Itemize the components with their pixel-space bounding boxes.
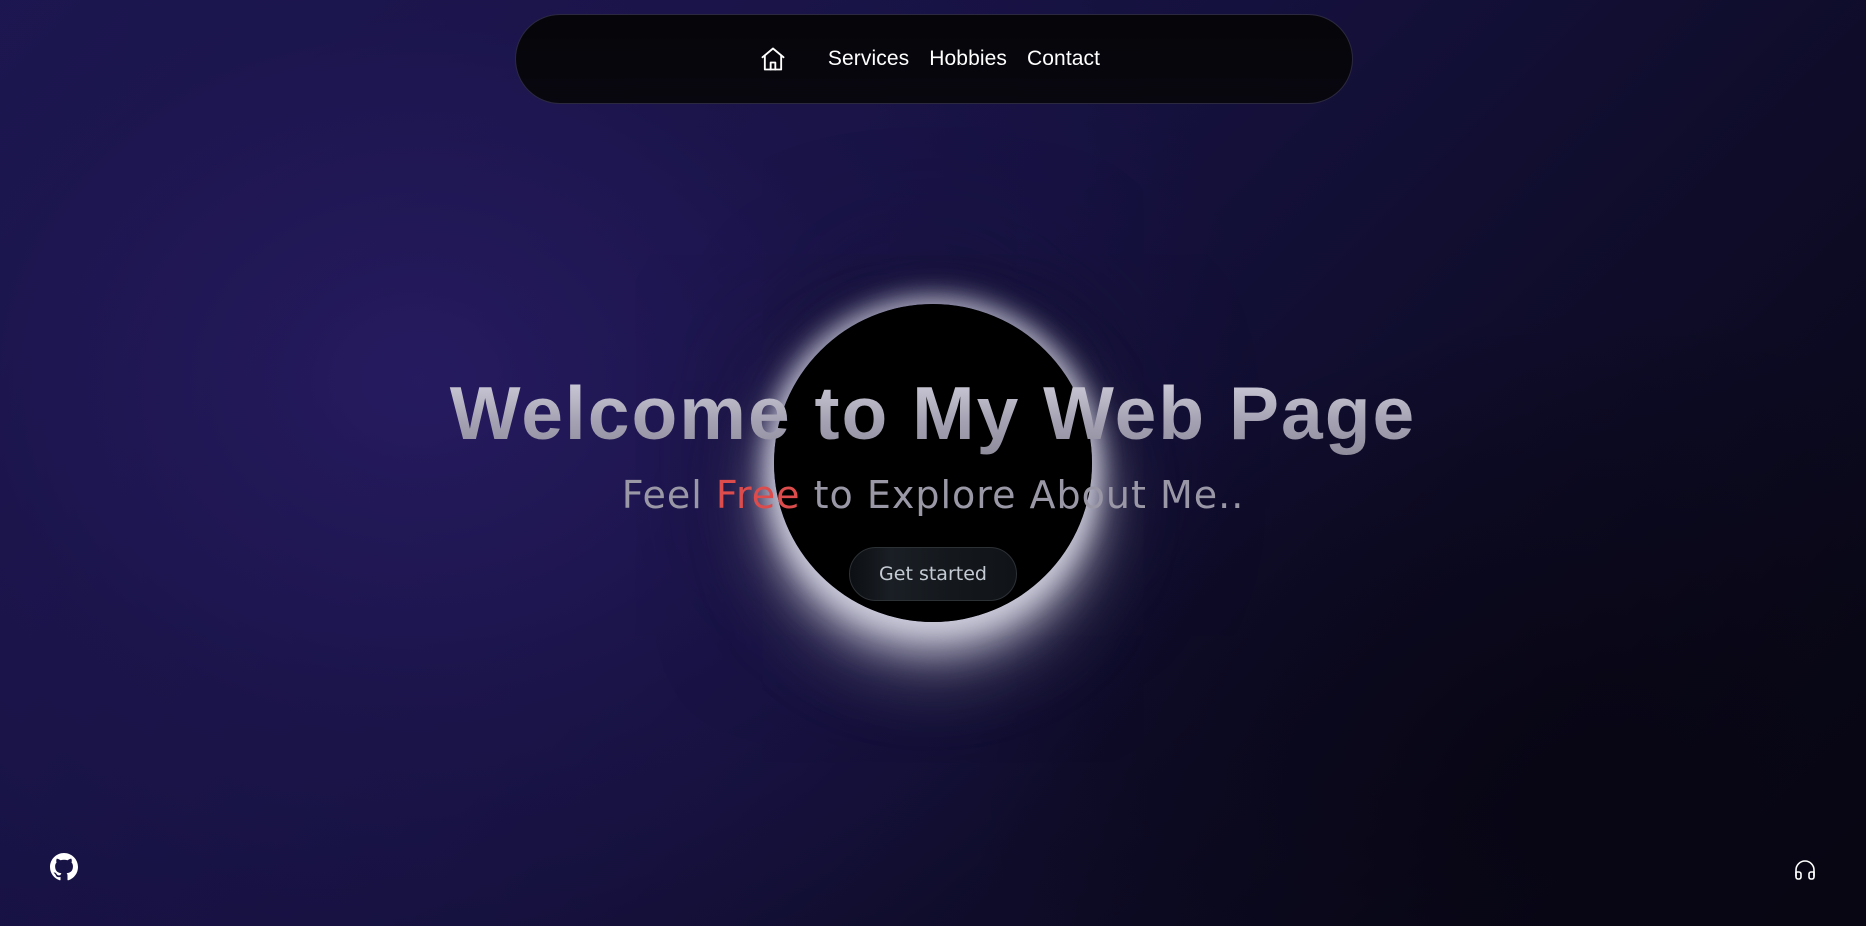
get-started-button[interactable]: Get started <box>849 547 1017 601</box>
nav-link-contact[interactable]: Contact <box>1027 47 1100 71</box>
subtitle-suffix: to Explore About Me.. <box>800 473 1245 517</box>
nav-link-hobbies[interactable]: Hobbies <box>929 47 1007 71</box>
top-navbar: Services Hobbies Contact <box>515 14 1353 104</box>
hero-subtitle: Feel Free to Explore About Me.. <box>0 470 1866 520</box>
home-icon[interactable] <box>758 44 788 74</box>
subtitle-prefix: Feel <box>621 473 716 517</box>
nav-link-services[interactable]: Services <box>828 47 909 71</box>
nav-items: Services Hobbies Contact <box>758 44 1110 74</box>
headphones-icon[interactable] <box>1793 858 1817 882</box>
hero-title: Welcome to My Web Page <box>0 368 1866 458</box>
subtitle-accent-word: Free <box>715 473 801 517</box>
github-icon[interactable] <box>50 853 78 881</box>
